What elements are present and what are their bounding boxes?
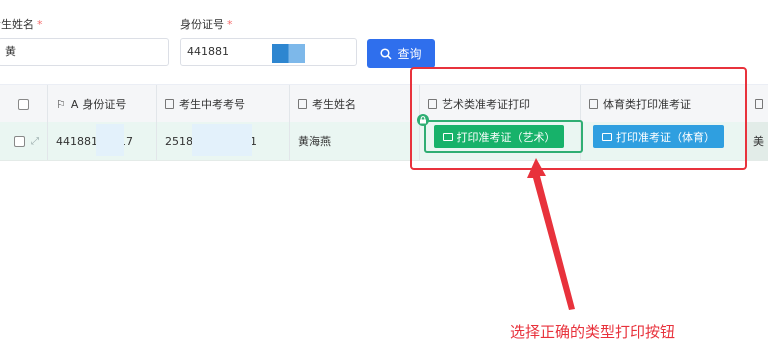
annotation-text: 选择正确的类型打印按钮: [510, 323, 676, 341]
annotation-arrow: [527, 158, 575, 310]
